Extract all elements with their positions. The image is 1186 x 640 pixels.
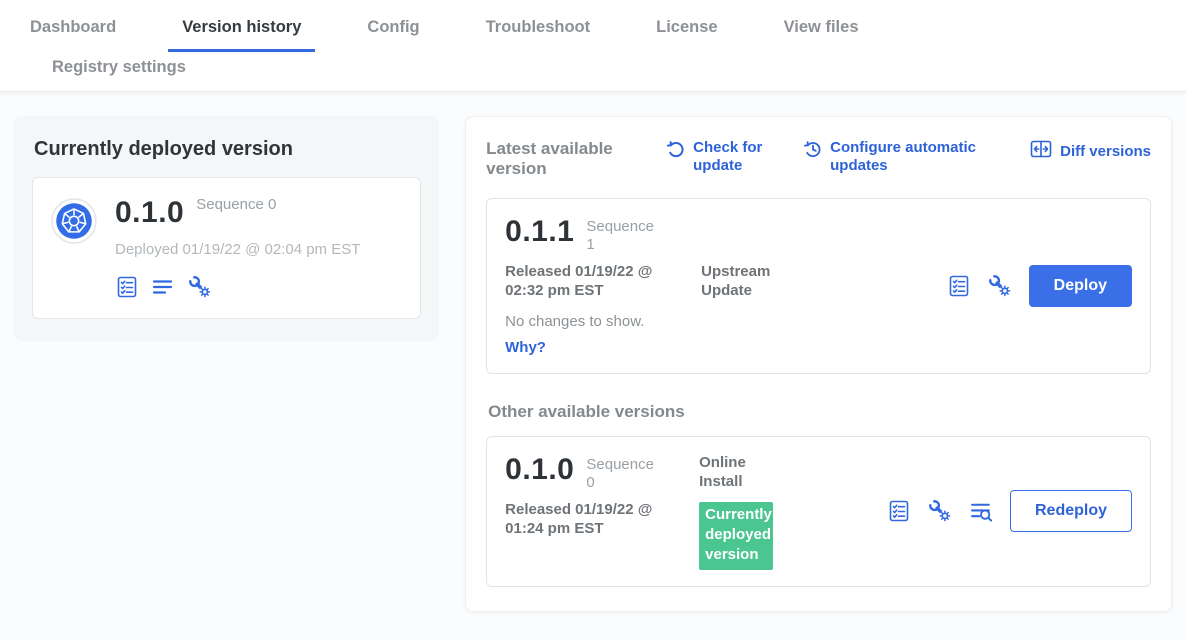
latest-version-controls: Deploy [947,215,1132,357]
edit-config-icon[interactable] [187,274,213,300]
other-available-versions-title: Other available versions [488,402,1149,422]
tab-config[interactable]: Config [353,6,433,52]
redeploy-button[interactable]: Redeploy [1010,490,1132,532]
other-version-details: 0.1.0 Sequence 0 Released 01/19/22 @ 01:… [505,453,677,570]
schedule-refresh-icon [803,139,823,164]
release-notes-icon[interactable] [887,499,911,523]
configure-automatic-updates-label: Configure automatic updates [830,139,1000,175]
view-files-icon[interactable] [151,275,175,299]
latest-version-row: 0.1.1 Sequence 1 Released 01/19/22 @ 02:… [486,198,1151,374]
available-card-header: Latest available version Check for updat… [486,135,1151,184]
no-changes-text: No changes to show. [505,313,787,330]
latest-version-details: 0.1.1 Sequence 1 Released 01/19/22 @ 02:… [505,215,787,357]
diff-icon[interactable] [969,499,994,524]
content-area: Currently deployed version [0,92,1186,636]
tab-registry-settings[interactable]: Registry settings [38,52,200,91]
tab-view-files[interactable]: View files [770,6,873,52]
deployed-version-row: 0.1.0 Sequence 0 Deployed 01/19/22 @ 02:… [32,177,421,319]
diff-versions-link[interactable]: Diff versions [1030,139,1151,164]
nav-row-2: Registry settings [16,52,1170,91]
tab-license[interactable]: License [642,6,731,52]
other-version-source-column: Online Install Currently deployed versio… [699,453,785,570]
other-version-sequence: Sequence 0 [586,456,656,492]
latest-version-number: 0.1.1 [505,215,574,248]
edit-config-icon[interactable] [987,273,1013,299]
deployed-sequence-label: Sequence 0 [196,196,276,213]
latest-available-title: Latest available version [486,139,636,180]
top-navigation: Dashboard Version history Config Trouble… [0,0,1186,92]
deployed-timestamp: Deployed 01/19/22 @ 02:04 pm EST [115,241,360,258]
available-versions-card: Latest available version Check for updat… [465,116,1172,612]
other-version-source: Online Install [699,453,785,492]
tab-version-history[interactable]: Version history [168,6,315,52]
other-version-released: Released 01/19/22 @ 01:24 pm EST [505,500,677,539]
diff-versions-label: Diff versions [1060,143,1151,161]
refresh-icon [666,139,686,164]
diff-versions-icon [1030,139,1053,164]
deployed-version-number: 0.1.0 [115,196,184,229]
latest-version-released: Released 01/19/22 @ 02:32 pm EST [505,262,677,301]
deployed-version-details: 0.1.0 Sequence 0 Deployed 01/19/22 @ 02:… [115,196,360,300]
release-notes-icon[interactable] [115,275,139,299]
latest-version-sequence: Sequence 1 [586,218,656,254]
currently-deployed-title: Currently deployed version [34,138,419,161]
kubernetes-icon [51,198,97,244]
tab-dashboard[interactable]: Dashboard [16,6,130,52]
nav-row-1: Dashboard Version history Config Trouble… [16,6,1170,52]
deploy-button[interactable]: Deploy [1029,265,1132,307]
configure-automatic-updates-link[interactable]: Configure automatic updates [803,139,1000,175]
check-for-update-link[interactable]: Check for update [666,139,773,175]
check-for-update-label: Check for update [693,139,773,175]
release-notes-icon[interactable] [947,274,971,298]
currently-deployed-card: Currently deployed version [14,116,439,341]
edit-config-icon[interactable] [927,498,953,524]
latest-version-source: Upstream Update [701,262,787,301]
other-version-number: 0.1.0 [505,453,574,486]
tab-troubleshoot[interactable]: Troubleshoot [472,6,605,52]
other-version-row: 0.1.0 Sequence 0 Released 01/19/22 @ 01:… [486,436,1151,587]
deployed-action-icons [115,274,360,300]
why-link[interactable]: Why? [505,339,546,356]
other-version-controls: Redeploy [887,453,1132,570]
currently-deployed-badge: Currently deployed version [699,502,773,570]
